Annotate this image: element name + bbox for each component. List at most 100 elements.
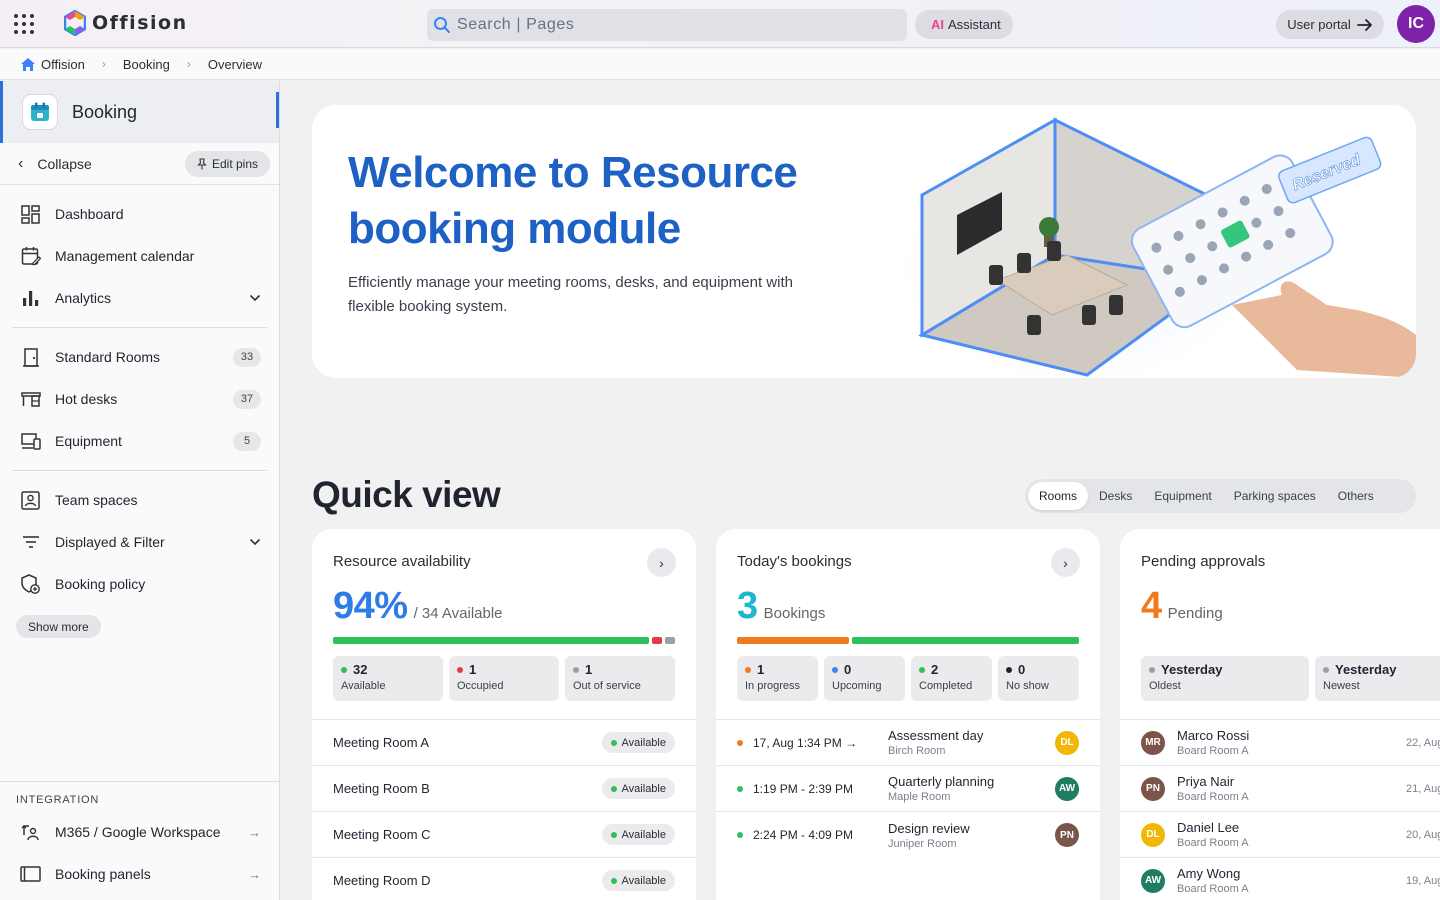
stat-label: Upcoming	[832, 680, 882, 692]
card-title: Pending approvals	[1141, 553, 1266, 570]
sidebar-item-dashboard[interactable]: Dashboard	[0, 193, 279, 235]
approvals-summary: 4 Pending	[1141, 585, 1223, 628]
sidebar-item-label: Dashboard	[55, 206, 124, 222]
chevron-down-icon	[249, 294, 261, 302]
breadcrumb: Offision › Booking › Overview	[0, 49, 1440, 80]
requester-name: Amy Wong	[1177, 866, 1241, 881]
count-badge: 33	[233, 347, 261, 367]
avatar: MR	[1141, 730, 1165, 755]
stat-value: 32	[353, 662, 368, 677]
list-item[interactable]: 17, Aug 1:34 PM → Assessment day Birch Ro…	[716, 720, 1100, 766]
show-more-button[interactable]: Show more	[16, 615, 101, 638]
sidebar-module-header[interactable]: Booking	[0, 81, 279, 143]
chevron-right-icon: ›	[186, 57, 191, 71]
availability-stats: 32 Available 1 Occupied 1 Out of service	[333, 656, 675, 701]
search-input[interactable]: Search | Pages	[427, 9, 907, 41]
breadcrumb-booking[interactable]: Booking	[123, 57, 170, 72]
sidebar-item-equipment[interactable]: Equipment 5	[0, 420, 279, 462]
bookings-count: 3	[737, 585, 758, 627]
room-name: Meeting Room C	[333, 827, 431, 842]
booking-title: Assessment day	[888, 728, 984, 743]
edit-pins-button[interactable]: Edit pins	[184, 150, 270, 177]
pending-approvals-card: Pending approvals 4 Pending Yesterday Old…	[1120, 529, 1440, 900]
open-card-button[interactable]: ›	[1051, 548, 1080, 577]
status-text: Available	[621, 874, 666, 887]
tab-desks[interactable]: Desks	[1088, 482, 1143, 510]
availability-unit: / 34 Available	[413, 605, 503, 622]
booking-time: 17, Aug 1:34 PM →	[753, 735, 858, 750]
chevron-left-icon: ‹	[18, 154, 24, 172]
avatar: DL	[1055, 730, 1079, 755]
sidebar-item-hot-desks[interactable]: Hot desks 37	[0, 378, 279, 420]
status-badge: Available	[601, 824, 675, 845]
arrow-right-icon: →	[248, 824, 261, 840]
list-item[interactable]: Meeting Room D Available	[312, 858, 696, 900]
list-item[interactable]: PN Priya Nair Board Room A 21, Aug 1	[1120, 766, 1440, 812]
list-item[interactable]: Meeting Room C Available	[312, 812, 696, 858]
status-text: Available	[621, 782, 666, 795]
breadcrumb-home[interactable]: Offision	[20, 57, 85, 72]
avatar: AW	[1055, 776, 1079, 801]
assistant-label: Assistant	[948, 17, 1001, 32]
list-item[interactable]: Meeting Room A Available	[312, 720, 696, 766]
sidebar-collapse-row: ‹ Collapse Edit pins	[0, 143, 279, 185]
status-badge: Available	[601, 778, 675, 799]
breadcrumb-label: Offision	[41, 56, 85, 72]
list-item[interactable]: 1:19 PM - 2:39 PM Quarterly planning Mapl…	[716, 766, 1100, 812]
list-item[interactable]: Meeting Room B Available	[312, 766, 696, 812]
sidebar-item-displayed-filter[interactable]: Displayed & Filter	[0, 521, 279, 563]
app-name: Offision	[92, 12, 188, 34]
open-card-button[interactable]: ›	[647, 548, 676, 577]
sidebar-item-standard-rooms[interactable]: Standard Rooms 33	[0, 336, 279, 378]
bookings-summary: 3 Bookings	[737, 585, 825, 628]
requested-room: Board Room A	[1177, 883, 1249, 895]
card-title: Today's bookings	[737, 553, 852, 570]
tab-equipment[interactable]: Equipment	[1143, 482, 1222, 510]
request-date: 21, Aug 1	[1406, 782, 1440, 795]
tab-rooms[interactable]: Rooms	[1028, 482, 1089, 510]
breadcrumb-overview: Overview	[208, 57, 262, 72]
status-dot	[1006, 666, 1012, 673]
status-dot	[919, 666, 925, 673]
sidebar-item-team-spaces[interactable]: Team spaces	[0, 479, 279, 521]
chevron-down-icon	[249, 538, 261, 546]
sidebar-item-label: Standard Rooms	[55, 349, 161, 365]
sidebar-item-label: Hot desks	[55, 391, 118, 407]
app-launcher-icon[interactable]	[14, 14, 34, 34]
tab-others[interactable]: Others	[1327, 482, 1385, 510]
search-placeholder: Search | Pages	[457, 16, 575, 33]
home-icon	[21, 57, 35, 71]
user-portal-button[interactable]: User portal	[1276, 10, 1384, 39]
stat-no-show: 0 No show	[998, 656, 1079, 701]
requested-room: Board Room A	[1177, 745, 1249, 757]
sidebar: Booking ‹ Collapse Edit pins Dashboard M…	[0, 81, 280, 900]
hero-title: Welcome to Resource booking module	[348, 148, 798, 253]
resource-availability-card: Resource availability › 94% / 34 Availab…	[312, 529, 696, 900]
booking-app-icon	[22, 94, 58, 130]
panel-icon	[20, 864, 41, 885]
sidebar-item-m365-google[interactable]: M365 / Google Workspace →	[0, 811, 279, 853]
sidebar-item-analytics[interactable]: Analytics	[0, 277, 279, 319]
arrow-right-icon: →	[248, 866, 261, 882]
list-item[interactable]: DL Daniel Lee Board Room A 20, Aug	[1120, 812, 1440, 858]
requester-name: Priya Nair	[1177, 774, 1235, 789]
app-logo[interactable]: Offision	[64, 10, 188, 36]
team-space-icon	[20, 490, 41, 511]
stat-newest: Yesterday Newest	[1315, 656, 1440, 701]
status-dot	[745, 666, 751, 673]
sidebar-item-management-calendar[interactable]: Management calendar	[0, 235, 279, 277]
list-item[interactable]: AW Amy Wong Board Room A 19, Aug	[1120, 858, 1440, 900]
list-item[interactable]: MR Marco Rossi Board Room A 22, Aug	[1120, 720, 1440, 766]
user-avatar[interactable]: IC	[1397, 5, 1435, 43]
tab-parking-spaces[interactable]: Parking spaces	[1223, 482, 1327, 510]
collapse-button[interactable]: ‹ Collapse	[18, 155, 185, 173]
avatar: PN	[1055, 823, 1079, 847]
sidebar-item-booking-policy[interactable]: Booking policy	[0, 563, 279, 605]
ai-assistant-button[interactable]: AI Assistant	[915, 10, 1013, 39]
requested-room: Board Room A	[1177, 837, 1249, 849]
bar-segment-occupied	[651, 637, 662, 644]
sidebar-item-booking-panels[interactable]: Booking panels →	[0, 853, 279, 895]
chevron-right-icon: ›	[1063, 554, 1068, 571]
list-item[interactable]: 2:24 PM - 4:09 PM Design review Juniper R…	[716, 812, 1100, 858]
status-dot	[610, 785, 617, 792]
